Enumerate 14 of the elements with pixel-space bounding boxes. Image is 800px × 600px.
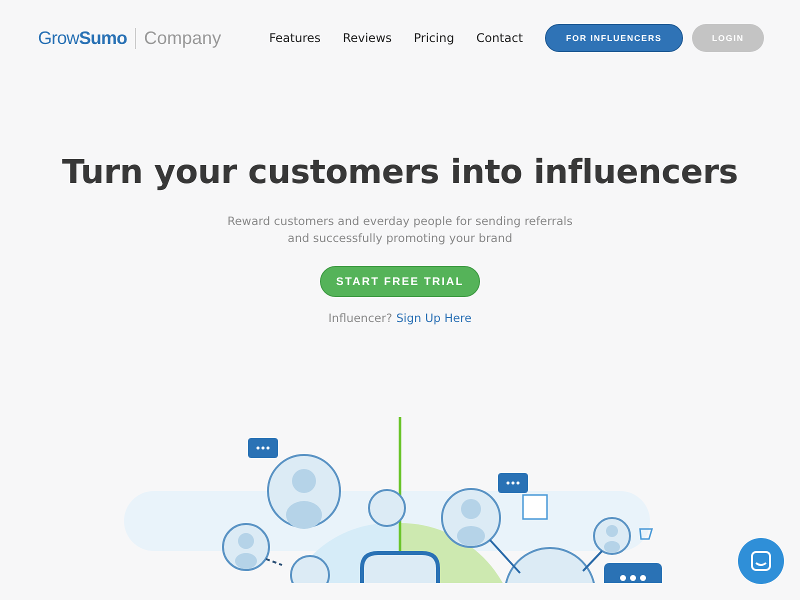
start-trial-button[interactable]: START FREE TRIAL [320,266,480,297]
nav-link[interactable]: Contact [476,31,523,45]
header-button[interactable]: FOR INFLUENCERS [544,24,683,52]
logo[interactable]: GrowSumo [38,28,128,48]
nav-link[interactable]: Pricing [414,31,454,45]
chat-launcher-button[interactable] [738,538,784,584]
logo-suffix: Company [135,28,222,48]
nav-link[interactable]: Features [269,31,321,45]
sign-up-link[interactable]: Sign Up Here [396,311,472,325]
hero-subtitle: Reward customers and everday people for sending referrals and successfully promoting your brand [226,213,574,247]
hero-title: Turn your customers into influencers [62,152,738,191]
chat-icon [749,549,773,573]
influencer-prompt: Influencer? [328,311,392,325]
nav-link[interactable]: Reviews [342,31,392,45]
